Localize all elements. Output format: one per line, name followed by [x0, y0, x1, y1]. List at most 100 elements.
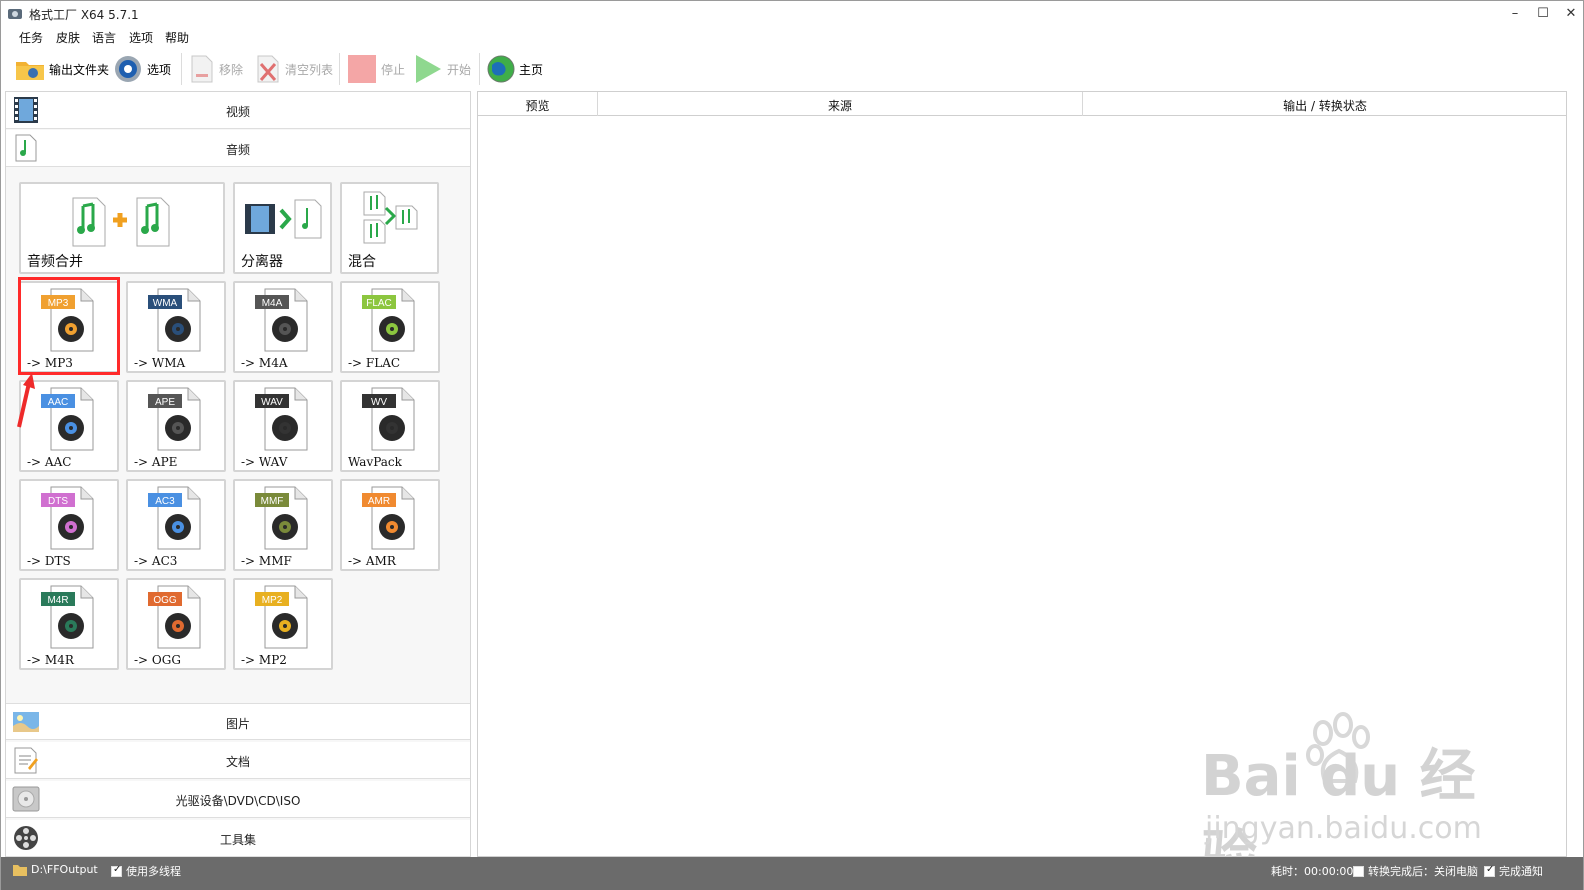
elapsed-time-text: 耗时：00:00:00 [1271, 865, 1354, 878]
category-tools[interactable]: 工具集 [6, 820, 470, 857]
notify-toggle[interactable]: 完成通知 [1484, 863, 1543, 879]
format-badge: WAV [261, 397, 283, 408]
mmf-file-icon: MMF [255, 486, 308, 550]
menu-skin[interactable]: 皮肤 [56, 29, 80, 46]
minimize-button[interactable]: – [1501, 3, 1529, 25]
format-tile-wav[interactable]: WAV -> WAV [233, 380, 333, 472]
output-path-text: D:\FFOutput [31, 863, 98, 876]
ogg-file-icon: OGG [148, 585, 201, 649]
output-path[interactable]: D:\FFOutput [13, 863, 98, 876]
category-video[interactable]: 视频 [6, 92, 470, 129]
mix-tile[interactable]: 混合 [340, 182, 439, 274]
category-picture[interactable]: 图片 [6, 703, 470, 740]
splitter-tile[interactable]: 分离器 [233, 182, 332, 274]
format-tile-label: -> AMR [348, 554, 396, 568]
category-audio[interactable]: 音频 [6, 130, 470, 167]
mix-label: 混合 [348, 254, 376, 270]
format-tile-m4r[interactable]: M4R -> M4R [19, 578, 119, 670]
menu-options[interactable]: 选项 [129, 29, 153, 46]
format-tile-dts[interactable]: DTS -> DTS [19, 479, 119, 571]
splitter-label: 分离器 [241, 254, 283, 270]
format-tile-m4a[interactable]: M4A -> M4A [233, 281, 333, 373]
column-output-status[interactable]: 输出 / 转换状态 [1083, 97, 1567, 114]
ac3-file-icon: AC3 [148, 486, 201, 550]
notify-checkbox[interactable] [1484, 864, 1495, 877]
menu-help[interactable]: 帮助 [165, 29, 189, 46]
mix-icon [363, 191, 418, 244]
amr-file-icon: AMR [362, 486, 415, 550]
format-badge: MMF [261, 496, 284, 507]
options-button[interactable]: 选项 [113, 51, 171, 87]
stop-button[interactable]: 停止 [347, 51, 405, 87]
wv-file-icon: WV [362, 387, 415, 451]
m4r-file-icon: M4R [41, 585, 94, 649]
highlight-box [18, 277, 120, 375]
multithread-checkbox[interactable] [111, 864, 122, 877]
format-tile-label: -> MMF [241, 554, 292, 568]
format-badge: WMA [153, 298, 178, 309]
toolbar: 输出文件夹 选项 移除 清空列表 停止 开始 主页 [1, 49, 1583, 89]
format-badge: AAC [48, 397, 69, 408]
format-tile-label: -> WAV [241, 455, 288, 469]
remove-button[interactable]: 移除 [189, 51, 243, 87]
after-convert-toggle[interactable]: 转换完成后：关闭电脑 [1353, 863, 1478, 879]
home-label: 主页 [519, 62, 544, 77]
format-tile-label: -> M4R [27, 653, 74, 667]
stop-icon [348, 55, 376, 83]
window-title: 格式工厂 X64 5.7.1 [29, 8, 139, 22]
clear-list-button[interactable]: 清空列表 [255, 51, 333, 87]
category-document-label: 文档 [225, 755, 250, 769]
wav-file-icon: WAV [255, 387, 308, 451]
format-tile-ac3[interactable]: AC3 -> AC3 [126, 479, 226, 571]
menu-language[interactable]: 语言 [92, 29, 116, 46]
format-tile-label: -> DTS [27, 554, 71, 568]
title-bar: 格式工厂 X64 5.7.1 – ☐ ✕ [1, 1, 1583, 27]
format-tile-mp2[interactable]: MP2 -> MP2 [233, 578, 333, 670]
home-button[interactable]: 主页 [487, 51, 543, 87]
remove-label: 移除 [219, 62, 244, 77]
format-badge: M4A [262, 298, 283, 309]
start-button[interactable]: 开始 [413, 51, 471, 87]
format-badge: FLAC [366, 298, 392, 309]
menu-task[interactable]: 任务 [19, 29, 43, 46]
category-disc[interactable]: 光驱设备\DVD\CD\ISO [6, 781, 470, 818]
play-icon [416, 55, 441, 83]
audio-merge-tile[interactable]: 音频合并 [19, 182, 225, 274]
format-tile-ape[interactable]: APE -> APE [126, 380, 226, 472]
category-video-label: 视频 [225, 105, 250, 119]
column-source[interactable]: 来源 [598, 97, 1082, 114]
watermark-line2: jingyan.baidu.com [1205, 811, 1482, 846]
maximize-button[interactable]: ☐ [1529, 3, 1557, 25]
category-panel: 视频 音频 音频合并 分离器 混合 图片 文档 光驱设备\DVD\CD\ISO … [5, 91, 471, 857]
format-tile-flac[interactable]: FLAC -> FLAC [340, 281, 440, 373]
close-button[interactable]: ✕ [1557, 3, 1584, 25]
clear-list-label: 清空列表 [285, 62, 334, 77]
multithread-label: 使用多线程 [126, 865, 181, 878]
format-badge: OGG [153, 595, 177, 606]
ape-file-icon: APE [148, 387, 201, 451]
flac-file-icon: FLAC [362, 288, 415, 352]
format-tile-wv[interactable]: WV WavPack [340, 380, 440, 472]
format-tile-wma[interactable]: WMA -> WMA [126, 281, 226, 373]
multithread-toggle[interactable]: 使用多线程 [111, 863, 181, 879]
stop-label: 停止 [381, 62, 406, 77]
menu-bar: 任务 皮肤 语言 选项 帮助 [1, 27, 1583, 47]
output-folder-label: 输出文件夹 [49, 62, 110, 77]
column-preview[interactable]: 预览 [478, 97, 597, 114]
format-factory-window: 格式工厂 X64 5.7.1 – ☐ ✕ 任务 皮肤 语言 选项 帮助 输出文件… [0, 0, 1584, 890]
format-tile-amr[interactable]: AMR -> AMR [340, 479, 440, 571]
audio-merge-label: 音频合并 [27, 254, 83, 270]
category-document[interactable]: 文档 [6, 742, 470, 779]
format-tile-label: -> APE [134, 455, 178, 469]
category-audio-label: 音频 [225, 143, 250, 157]
format-tile-mmf[interactable]: MMF -> MMF [233, 479, 333, 571]
output-folder-button[interactable]: 输出文件夹 [15, 51, 109, 87]
after-convert-label: 转换完成后：关闭电脑 [1368, 865, 1478, 878]
remove-file-icon [191, 55, 213, 83]
format-tile-ogg[interactable]: OGG -> OGG [126, 578, 226, 670]
dts-file-icon: DTS [41, 486, 94, 550]
after-convert-checkbox[interactable] [1353, 865, 1364, 877]
format-badge: M4R [47, 595, 68, 606]
status-bar: D:\FFOutput 使用多线程 耗时：00:00:00 转换完成后：关闭电脑… [1, 857, 1583, 890]
options-label: 选项 [147, 62, 172, 77]
